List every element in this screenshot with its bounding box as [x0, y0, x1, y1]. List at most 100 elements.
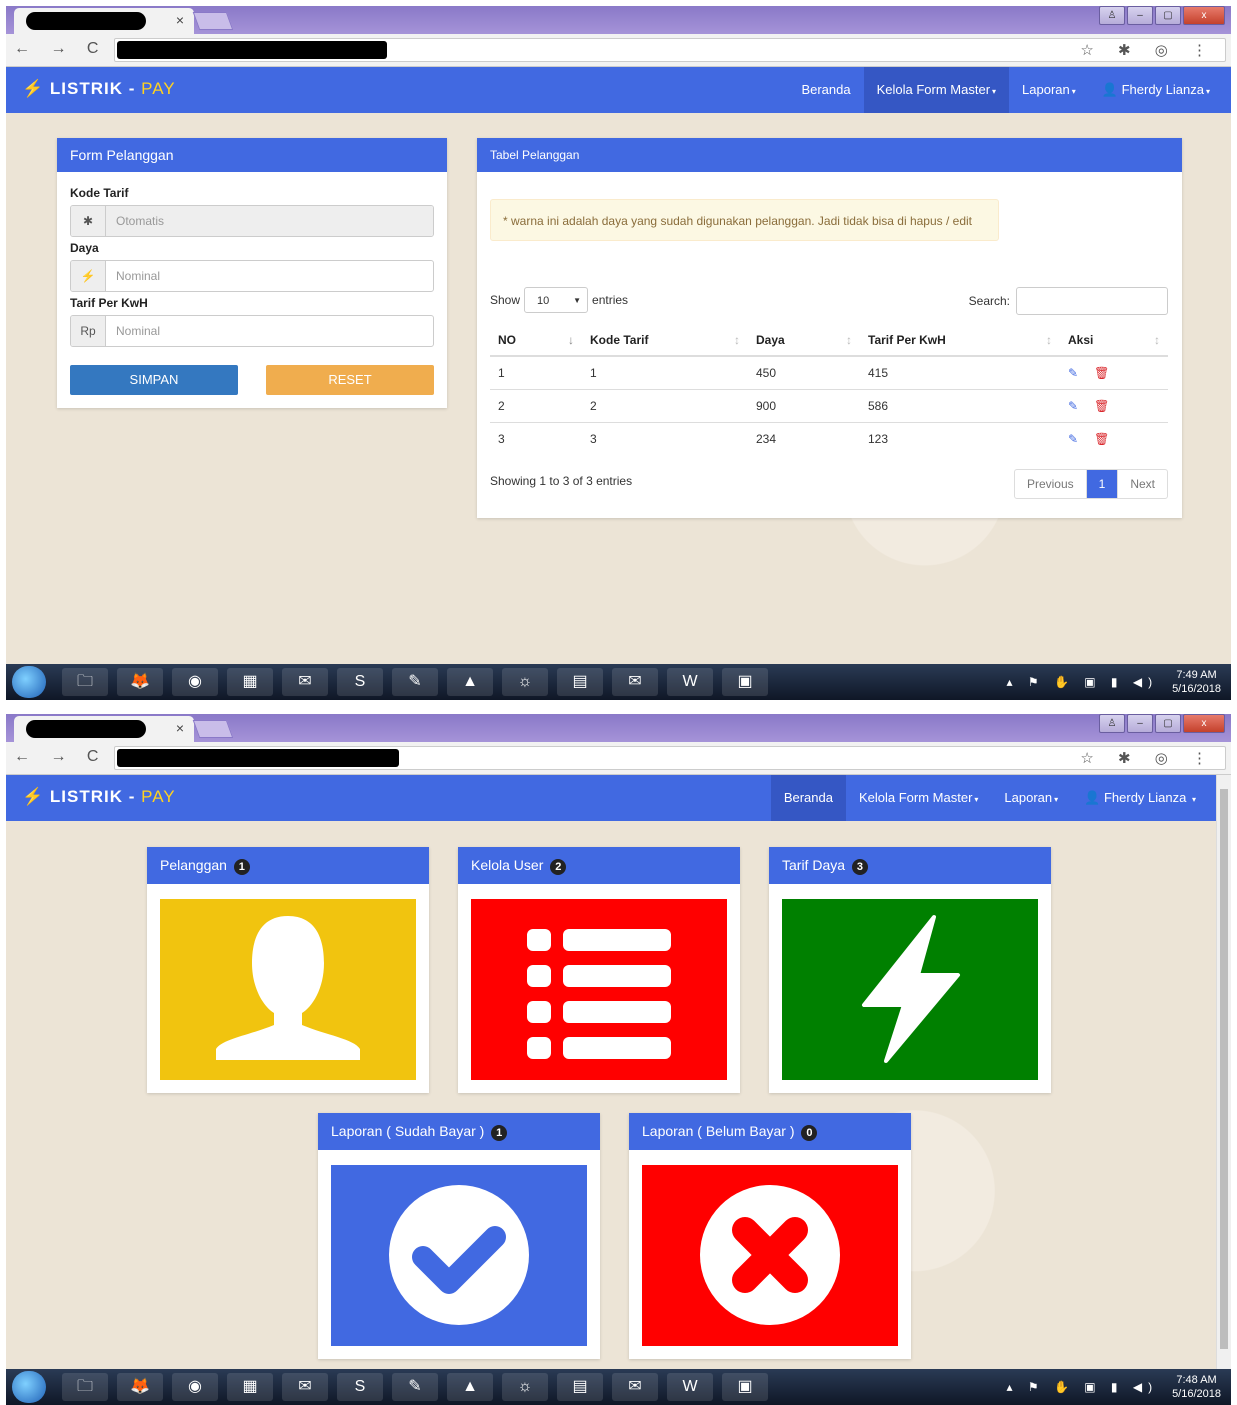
- tile-tarif-daya[interactable]: Tarif Daya 3: [769, 847, 1051, 1093]
- url-input[interactable]: ☆ ✱ ◎ ⋮: [114, 746, 1226, 770]
- nav-user[interactable]: 👤 Fherdy Lianza ▾: [1071, 775, 1209, 821]
- sublime-icon[interactable]: S: [337, 1373, 383, 1401]
- kode-tarif-field[interactable]: ✱ Otomatis: [70, 205, 434, 237]
- user-icon: 👤: [1084, 790, 1101, 805]
- clock[interactable]: 7:48 AM 5/16/2018: [1172, 1373, 1221, 1401]
- entries-select[interactable]: 10 ▼: [524, 287, 589, 313]
- app-icon[interactable]: ▤: [557, 668, 603, 696]
- maximize-button[interactable]: ▢: [1155, 6, 1181, 25]
- paint-icon[interactable]: ✎: [392, 1373, 438, 1401]
- tile-laporan-sudah-bayar[interactable]: Laporan ( Sudah Bayar ) 1: [318, 1113, 600, 1359]
- user-icon[interactable]: ♙: [1099, 6, 1125, 25]
- cell-no: 2: [490, 389, 582, 423]
- edit-icon[interactable]: ✎: [1068, 432, 1078, 446]
- tab-title-redacted: [26, 720, 146, 738]
- column-header-daya[interactable]: Daya ↕: [748, 325, 860, 357]
- explorer-icon[interactable]: 🗀: [62, 668, 108, 696]
- close-tab-icon[interactable]: ×: [176, 720, 184, 736]
- reset-button[interactable]: RESET: [266, 365, 434, 395]
- app-icon[interactable]: ▤: [557, 1373, 603, 1401]
- column-header-label: Tarif Per KwH: [868, 333, 946, 347]
- nav-laporan[interactable]: Laporan ▾: [991, 775, 1071, 821]
- app-icon[interactable]: ▣: [722, 1373, 768, 1401]
- explorer-icon[interactable]: 🗀: [62, 1373, 108, 1401]
- app-icon[interactable]: ▦: [227, 1373, 273, 1401]
- xampp-icon[interactable]: ✉: [282, 1373, 328, 1401]
- paint-icon[interactable]: ✎: [392, 668, 438, 696]
- column-header-tarif[interactable]: Tarif Per KwH ↕: [860, 325, 1060, 357]
- xampp-icon[interactable]: ✉: [612, 668, 658, 696]
- column-header-no[interactable]: NO ↓: [490, 325, 582, 357]
- tile-pelanggan[interactable]: Pelanggan 1: [147, 847, 429, 1093]
- sublime-icon[interactable]: S: [337, 668, 383, 696]
- tile-laporan-belum-bayar[interactable]: Laporan ( Belum Bayar ) 0: [629, 1113, 911, 1359]
- chrome-icon[interactable]: ◉: [172, 668, 218, 696]
- firefox-icon[interactable]: 🦊: [117, 668, 163, 696]
- nav-beranda[interactable]: Beranda: [788, 67, 863, 113]
- data-table: NO ↓ Kode Tarif ↕ Daya ↕ Tarif Per KwH ↕ Aks…: [490, 325, 1168, 455]
- word-icon[interactable]: W: [667, 1373, 713, 1401]
- nav-kelola-form-master[interactable]: Kelola Form Master ▾: [863, 67, 1010, 113]
- nav-beranda[interactable]: Beranda: [770, 775, 846, 821]
- tarif-field[interactable]: Rp Nominal: [70, 315, 434, 347]
- brand-logo[interactable]: ⚡ LISTRIK - PAY: [22, 787, 176, 807]
- browser-tab[interactable]: ×: [14, 716, 194, 742]
- word-icon[interactable]: W: [667, 668, 713, 696]
- new-tab-button[interactable]: [192, 12, 234, 30]
- new-tab-button[interactable]: [192, 720, 234, 738]
- count-badge: 2: [550, 859, 567, 875]
- close-tab-icon[interactable]: ×: [176, 12, 184, 28]
- cell-kode-tarif: 3: [582, 422, 748, 455]
- edit-icon[interactable]: ✎: [1068, 366, 1078, 380]
- clock[interactable]: 7:49 AM 5/16/2018: [1172, 668, 1221, 696]
- search-input[interactable]: [1016, 287, 1168, 315]
- chrome-icon[interactable]: ◉: [172, 1373, 218, 1401]
- nav-kelola-label: Kelola Form Master: [858, 790, 973, 805]
- xampp-icon[interactable]: ✉: [282, 668, 328, 696]
- column-header-aksi[interactable]: Aksi ↕: [1060, 325, 1168, 357]
- vertical-scrollbar[interactable]: [1216, 775, 1231, 1369]
- app-icon[interactable]: ☼: [502, 668, 548, 696]
- url-input[interactable]: ☆ ✱ ◎ ⋮: [114, 38, 1226, 62]
- start-button[interactable]: [12, 1371, 46, 1403]
- simpan-button[interactable]: SIMPAN: [70, 365, 238, 395]
- trash-icon[interactable]: 🗑: [1094, 432, 1109, 446]
- close-window-button[interactable]: x: [1183, 714, 1225, 733]
- tile-kelola-user[interactable]: Kelola User 2: [458, 847, 740, 1093]
- next-button[interactable]: Next: [1117, 470, 1167, 498]
- vlc-icon[interactable]: ▲: [447, 1373, 493, 1401]
- nav-user[interactable]: 👤 Fherdy Lianza ▾: [1089, 67, 1223, 113]
- xampp-icon[interactable]: ✉: [612, 1373, 658, 1401]
- column-header-label: Aksi: [1068, 333, 1094, 347]
- vlc-icon[interactable]: ▲: [447, 668, 493, 696]
- taskbar-apps: 🗀 🦊 ◉ ▦ ✉ S ✎ ▲ ☼ ▤ ✉ W ▣: [62, 1373, 777, 1401]
- tray-icons[interactable]: ▴ ⚑ ✋ ▣ ▮ ◀): [1007, 1380, 1159, 1394]
- tray-icons[interactable]: ▴ ⚑ ✋ ▣ ▮ ◀): [1007, 675, 1159, 689]
- count-badge: 3: [851, 859, 868, 875]
- start-button[interactable]: [12, 666, 46, 698]
- column-header-kode-tarif[interactable]: Kode Tarif ↕: [582, 325, 748, 357]
- toolbar-icons[interactable]: ☆ ✱ ◎ ⋮: [1080, 41, 1217, 59]
- nav-kelola-form-master[interactable]: Kelola Form Master ▾: [846, 775, 991, 821]
- trash-icon[interactable]: 🗑: [1094, 399, 1109, 413]
- user-icon[interactable]: ♙: [1099, 714, 1125, 733]
- app-icon[interactable]: ▣: [722, 668, 768, 696]
- firefox-icon[interactable]: 🦊: [117, 1373, 163, 1401]
- scrollbar-thumb[interactable]: [1220, 789, 1228, 1349]
- previous-button[interactable]: Previous: [1015, 470, 1086, 498]
- edit-icon[interactable]: ✎: [1068, 399, 1078, 413]
- minimize-button[interactable]: –: [1127, 714, 1153, 733]
- minimize-button[interactable]: –: [1127, 6, 1153, 25]
- maximize-button[interactable]: ▢: [1155, 714, 1181, 733]
- nav-laporan[interactable]: Laporan ▾: [1009, 67, 1089, 113]
- daya-field[interactable]: ⚡ Nominal: [70, 260, 434, 292]
- app-icon[interactable]: ▦: [227, 668, 273, 696]
- url-redacted: [117, 41, 387, 59]
- app-icon[interactable]: ☼: [502, 1373, 548, 1401]
- close-window-button[interactable]: x: [1183, 6, 1225, 25]
- page-button-1[interactable]: 1: [1085, 470, 1118, 498]
- browser-tab[interactable]: ×: [14, 8, 194, 34]
- toolbar-icons[interactable]: ☆ ✱ ◎ ⋮: [1080, 749, 1217, 767]
- trash-icon[interactable]: 🗑: [1094, 366, 1109, 380]
- brand-logo[interactable]: ⚡ LISTRIK - PAY: [22, 79, 176, 99]
